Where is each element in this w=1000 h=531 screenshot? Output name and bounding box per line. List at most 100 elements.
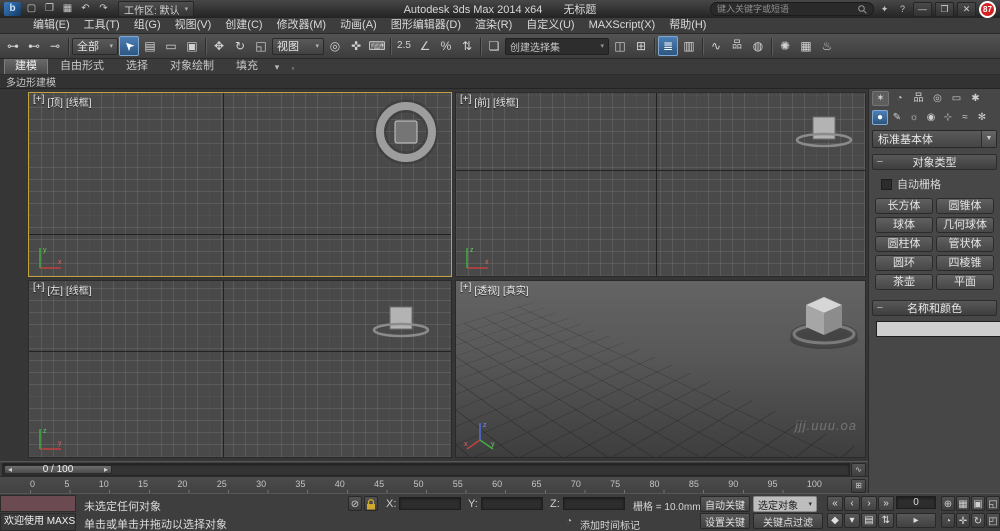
selection-region-icon[interactable]: ▭ bbox=[161, 36, 181, 56]
key-mode-toggle-button[interactable]: ◆ bbox=[827, 513, 843, 528]
viewport-menu-general[interactable]: [+] bbox=[460, 282, 471, 297]
close-button[interactable]: ✕ bbox=[957, 1, 976, 17]
maxscript-listener-line[interactable]: 欢迎使用 MAXScr bbox=[0, 513, 76, 531]
viewport-menu-shading[interactable]: [真实] bbox=[503, 282, 529, 297]
play-animation-button[interactable]: ▸ bbox=[896, 513, 936, 528]
current-frame-field[interactable] bbox=[896, 496, 936, 509]
minimize-button[interactable]: — bbox=[913, 1, 932, 17]
key-filters-button[interactable]: 关键点过滤器... bbox=[753, 513, 823, 529]
viewport-menu-shading[interactable]: [线框] bbox=[493, 94, 519, 109]
previous-frame-icon[interactable]: ◂ bbox=[8, 465, 12, 474]
object-name-input[interactable] bbox=[876, 321, 1000, 337]
primitive-button[interactable]: 圆柱体 bbox=[875, 236, 933, 252]
pan-icon[interactable]: ✛ bbox=[956, 513, 970, 528]
redo-icon[interactable]: ↷ bbox=[96, 2, 111, 16]
menu-item[interactable]: 图形编辑器(D) bbox=[384, 18, 468, 33]
loop-toggle-button[interactable]: ⇅ bbox=[878, 513, 894, 528]
set-key-button[interactable]: 设置关键点 bbox=[700, 513, 750, 529]
menu-item[interactable]: 自定义(U) bbox=[519, 18, 581, 33]
keyboard-override-icon[interactable]: ⌨ bbox=[367, 36, 387, 56]
schematic-view-icon[interactable]: 品 bbox=[727, 36, 747, 56]
torus-and-box-top-view[interactable] bbox=[369, 95, 443, 169]
modify-tab-icon[interactable]: ◔ bbox=[891, 91, 908, 106]
material-editor-icon[interactable]: ◍ bbox=[748, 36, 768, 56]
selection-lock-icon[interactable] bbox=[364, 496, 378, 511]
geometry-category-icon[interactable]: ● bbox=[872, 110, 888, 125]
select-and-rotate-icon[interactable]: ↻ bbox=[230, 36, 250, 56]
save-file-icon[interactable]: ▦ bbox=[60, 2, 75, 16]
unlink-selection-icon[interactable]: ⊷ bbox=[24, 36, 44, 56]
community-icon[interactable]: ✦ bbox=[877, 3, 892, 16]
maximize-button[interactable]: ❐ bbox=[935, 1, 954, 17]
next-frame-icon[interactable]: ▸ bbox=[104, 465, 108, 474]
menu-item[interactable]: 修改器(M) bbox=[270, 18, 334, 33]
ribbon-minimize-icon[interactable]: ◦ bbox=[286, 63, 300, 74]
menu-item[interactable]: 动画(A) bbox=[333, 18, 384, 33]
track-bar[interactable]: 0 5 10 15 20 25 30 35 40 45 50 55 60 65 70 75 80 85 90 95 10… bbox=[0, 476, 868, 494]
box-and-torus-left-view[interactable] bbox=[369, 299, 433, 343]
spinner-snap-icon[interactable]: ⇅ bbox=[457, 36, 477, 56]
reference-coordinate-dropdown[interactable]: 视图 ▾ bbox=[272, 37, 324, 55]
lights-category-icon[interactable]: ☼ bbox=[906, 110, 922, 125]
x-coordinate-field[interactable] bbox=[399, 497, 461, 510]
mirror-icon[interactable]: ◫ bbox=[610, 36, 630, 56]
app-logo-icon[interactable]: b bbox=[4, 2, 21, 16]
maximize-viewport-icon[interactable]: ◰ bbox=[986, 513, 1000, 528]
primitive-button[interactable]: 几何球体 bbox=[936, 217, 994, 233]
menu-item[interactable]: 创建(C) bbox=[218, 18, 269, 33]
viewport-menu-general[interactable]: [+] bbox=[33, 282, 44, 297]
bind-to-space-warp-icon[interactable]: ⊸ bbox=[45, 36, 65, 56]
select-and-link-icon[interactable]: ⊶ bbox=[3, 36, 23, 56]
next-frame-button[interactable]: › bbox=[861, 496, 877, 511]
time-slider-track[interactable]: ◂ 0 / 100 ▸ bbox=[2, 463, 850, 476]
ribbon-panel-polygon-modeling[interactable]: 多边形建模 bbox=[6, 74, 56, 89]
open-file-icon[interactable]: ❐ bbox=[42, 2, 57, 16]
box-and-torus-perspective[interactable] bbox=[782, 287, 866, 353]
named-selection-sets-icon[interactable]: ❏ bbox=[484, 36, 504, 56]
snap-toggle-icon[interactable]: 2.5 bbox=[394, 36, 414, 56]
track-list-button[interactable]: ▤ bbox=[861, 513, 877, 528]
menu-item[interactable]: 渲染(R) bbox=[468, 18, 519, 33]
time-config-button[interactable]: ▾ bbox=[844, 513, 860, 528]
primitive-button[interactable]: 四棱锥 bbox=[936, 255, 994, 271]
utilities-tab-icon[interactable]: ✱ bbox=[967, 91, 984, 106]
helpers-category-icon[interactable]: ⊹ bbox=[940, 110, 956, 125]
primitive-button[interactable]: 圆环 bbox=[875, 255, 933, 271]
viewport-menu-shading[interactable]: [线框] bbox=[66, 282, 92, 297]
viewport-perspective[interactable]: [+] [透视] [真实] jjj.uuu.oa x y z bbox=[455, 280, 866, 458]
isolate-selection-icon[interactable]: ⊘ bbox=[348, 496, 362, 511]
menu-item[interactable]: 帮助(H) bbox=[662, 18, 713, 33]
key-mode-dropdown[interactable]: 选定对象 ▾ bbox=[753, 496, 817, 512]
viewport-menu-shading[interactable]: [线框] bbox=[66, 94, 92, 109]
object-type-rollout-header[interactable]: − 对象类型 bbox=[872, 154, 997, 170]
go-to-start-button[interactable]: « bbox=[827, 496, 843, 511]
search-input[interactable] bbox=[717, 4, 855, 14]
shapes-category-icon[interactable]: ✎ bbox=[889, 110, 905, 125]
menu-item[interactable]: 工具(T) bbox=[77, 18, 127, 33]
orbit-icon[interactable]: ↻ bbox=[971, 513, 985, 528]
select-and-move-icon[interactable]: ✥ bbox=[209, 36, 229, 56]
primitive-type-dropdown[interactable]: 标准基本体 ▼ bbox=[872, 130, 997, 148]
create-tab-icon[interactable]: ✶ bbox=[872, 91, 889, 106]
primitive-button[interactable]: 圆锥体 bbox=[936, 198, 994, 214]
menu-item[interactable]: 视图(V) bbox=[168, 18, 219, 33]
curve-editor-icon[interactable]: ∿ bbox=[706, 36, 726, 56]
zoom-all-icon[interactable]: ▦ bbox=[956, 496, 970, 511]
space-warps-category-icon[interactable]: ≈ bbox=[957, 110, 973, 125]
auto-key-button[interactable]: 自动关键点 bbox=[700, 496, 750, 527]
systems-category-icon[interactable]: ✻ bbox=[974, 110, 990, 125]
named-selection-combo[interactable]: 创建选择集 ▾ bbox=[505, 37, 609, 55]
hierarchy-tab-icon[interactable]: 品 bbox=[910, 91, 927, 106]
select-and-scale-icon[interactable]: ◱ bbox=[251, 36, 271, 56]
zoom-extents-all-icon[interactable]: ◱ bbox=[986, 496, 1000, 511]
graphite-ribbon-icon[interactable]: ▥ bbox=[679, 36, 699, 56]
primitive-button[interactable]: 长方体 bbox=[875, 198, 933, 214]
previous-frame-button[interactable]: ‹ bbox=[844, 496, 860, 511]
box-and-torus-front-view[interactable] bbox=[792, 109, 856, 153]
display-tab-icon[interactable]: ▭ bbox=[948, 91, 965, 106]
render-setup-icon[interactable]: ✺ bbox=[775, 36, 795, 56]
use-pivot-center-icon[interactable]: ◎ bbox=[325, 36, 345, 56]
mini-curve-editor-icon[interactable]: ∿ bbox=[851, 463, 866, 477]
track-bar-options-icon[interactable]: ⊞ bbox=[851, 479, 866, 493]
select-object-icon[interactable]: ➤ bbox=[119, 36, 139, 56]
